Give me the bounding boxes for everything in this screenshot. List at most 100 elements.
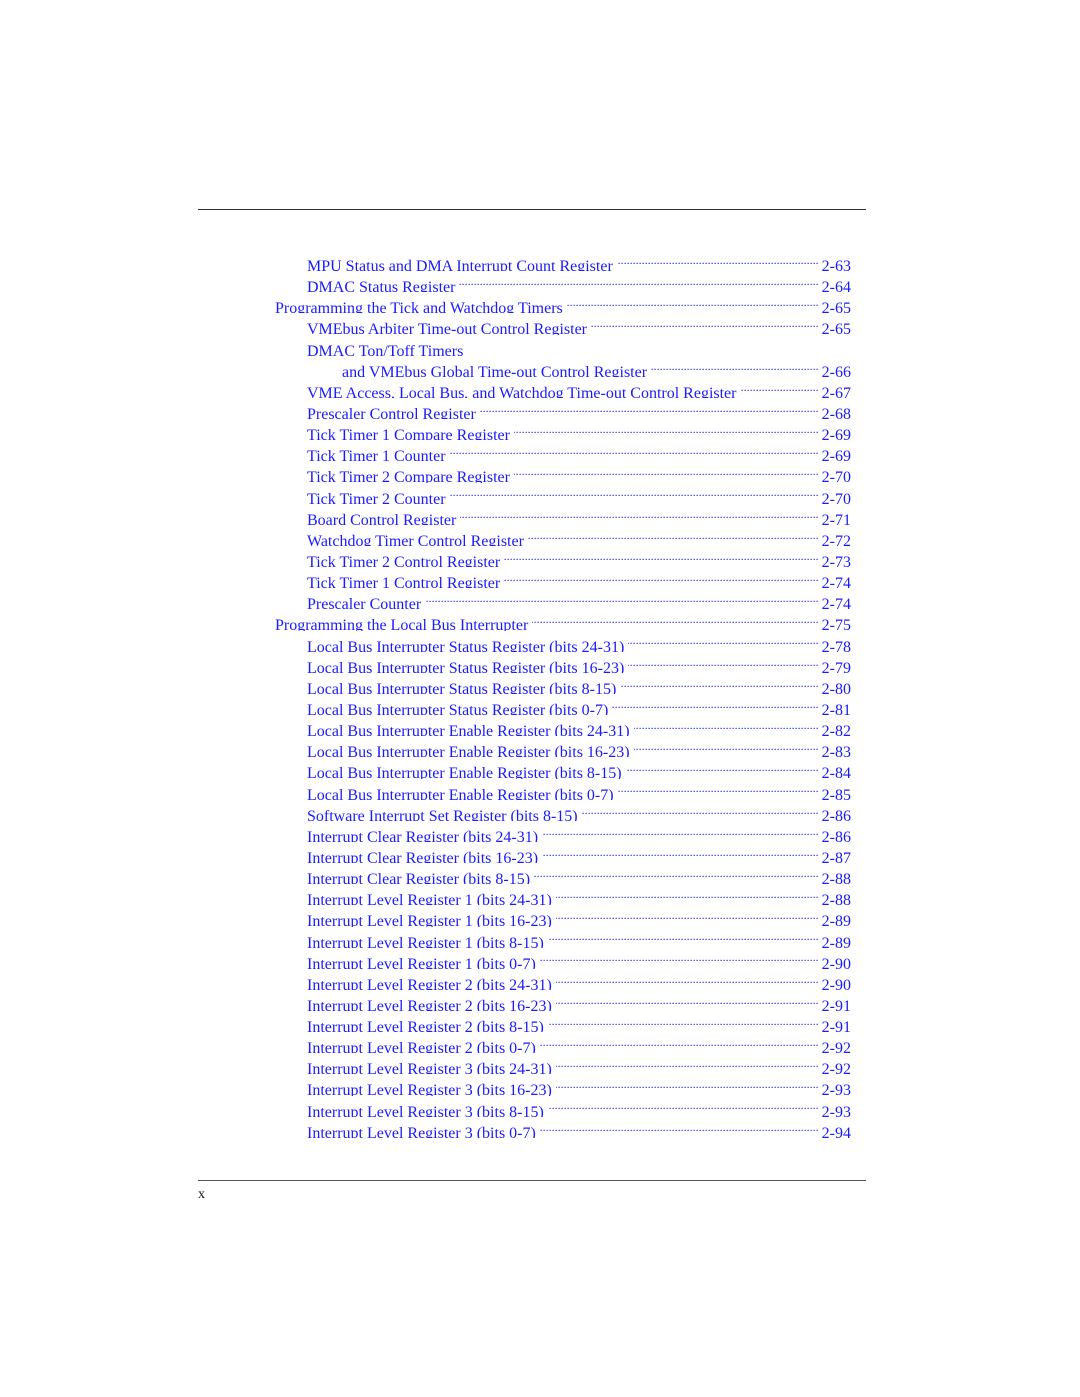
toc-entry-title: Interrupt Level Register 1 (bits 8-15) bbox=[307, 934, 544, 948]
dot-leader bbox=[542, 821, 819, 842]
toc-entry[interactable]: Software Interrupt Set Register (bits 8-… bbox=[275, 800, 851, 821]
toc-entry[interactable]: Interrupt Clear Register (bits 24-31) 2-8… bbox=[275, 821, 851, 842]
dot-leader bbox=[514, 461, 819, 482]
toc-entry[interactable]: Interrupt Level Register 2 (bits 24-31) 2… bbox=[275, 969, 851, 990]
dot-leader bbox=[548, 1096, 819, 1117]
toc-entry[interactable]: Local Bus Interrupter Status Register (b… bbox=[275, 673, 851, 694]
toc-entry[interactable]: Interrupt Level Register 2 (bits 16-23) 2… bbox=[275, 990, 851, 1011]
toc-entry[interactable]: Interrupt Clear Register (bits 16-23) 2-8… bbox=[275, 842, 851, 863]
toc-entry[interactable]: Interrupt Level Register 3 (bits 16-23) 2… bbox=[275, 1074, 851, 1095]
toc-entry-page: 2-67 bbox=[821, 384, 851, 398]
toc-entry[interactable]: Watchdog Timer Control Register 2-72 bbox=[275, 525, 851, 546]
toc-entry-title: Prescaler Counter bbox=[307, 596, 422, 610]
toc-entry-page: 2-86 bbox=[821, 828, 851, 842]
toc-entry-title: Local Bus Interrupter Status Register (b… bbox=[307, 680, 617, 694]
toc-entry-page: 2-74 bbox=[821, 575, 851, 589]
toc-entry[interactable]: VMEbus Arbiter Time-out Control Register… bbox=[275, 313, 851, 334]
dot-leader bbox=[634, 715, 819, 736]
toc-entry[interactable]: Interrupt Level Register 2 (bits 8-15) 2-… bbox=[275, 1011, 851, 1032]
toc-entry-page: 2-79 bbox=[821, 659, 851, 673]
toc-entry-title: Local Bus Interrupter Enable Register (b… bbox=[307, 744, 630, 758]
toc-entry-title: Interrupt Level Register 1 (bits 16-23) bbox=[307, 913, 552, 927]
dot-leader bbox=[540, 948, 819, 969]
toc-entry[interactable]: Tick Timer 1 Counter 2-69 bbox=[275, 440, 851, 461]
toc-entry[interactable]: Tick Timer 1 Control Register 2-74 bbox=[275, 567, 851, 588]
toc-entry-page: 2-63 bbox=[821, 258, 851, 272]
toc-entry-page: 2-64 bbox=[821, 279, 851, 293]
toc-entry-page: 2-69 bbox=[821, 448, 851, 462]
toc-entry-page: 2-92 bbox=[821, 1040, 851, 1054]
toc-entry[interactable]: Local Bus Interrupter Enable Register (b… bbox=[275, 757, 851, 778]
toc-entry[interactable]: Local Bus Interrupter Status Register (b… bbox=[275, 694, 851, 715]
dot-leader bbox=[514, 419, 819, 440]
toc-entry[interactable]: Prescaler Control Register 2-68 bbox=[275, 398, 851, 419]
toc-entry[interactable]: Interrupt Level Register 1 (bits 24-31) 2… bbox=[275, 884, 851, 905]
toc-entry-title: VMEbus Arbiter Time-out Control Register bbox=[307, 321, 587, 335]
toc-entry[interactable]: Local Bus Interrupter Status Register (b… bbox=[275, 652, 851, 673]
toc-entry[interactable]: Local Bus Interrupter Enable Register (b… bbox=[275, 736, 851, 757]
toc-entry-title: Programming the Tick and Watchdog Timers bbox=[275, 300, 563, 314]
toc-entry[interactable]: Programming the Local Bus Interrupter 2-7… bbox=[275, 609, 851, 630]
toc-entry[interactable]: Local Bus Interrupter Enable Register (b… bbox=[275, 779, 851, 800]
toc-entry[interactable]: Tick Timer 2 Compare Register 2-70 bbox=[275, 461, 851, 482]
toc-entry-page: 2-89 bbox=[821, 934, 851, 948]
toc-entry[interactable]: Prescaler Counter 2-74 bbox=[275, 588, 851, 609]
toc-entry-title: Tick Timer 1 Compare Register bbox=[307, 427, 510, 441]
toc-entry-title: Local Bus Interrupter Enable Register (b… bbox=[307, 786, 614, 800]
toc-entry[interactable]: Interrupt Level Register 3 (bits 8-15) 2-… bbox=[275, 1096, 851, 1117]
toc-entry-title: Interrupt Level Register 3 (bits 24-31) bbox=[307, 1061, 552, 1075]
toc-entry[interactable]: Interrupt Level Register 3 (bits 0-7) 2-9… bbox=[275, 1117, 851, 1138]
toc-entry-page: 2-94 bbox=[821, 1124, 851, 1138]
toc-entry[interactable]: Interrupt Level Register 1 (bits 8-15) 2-… bbox=[275, 927, 851, 948]
toc-entry-title: Interrupt Clear Register (bits 24-31) bbox=[307, 828, 539, 842]
toc-entry-page: 2-86 bbox=[821, 807, 851, 821]
toc-entry-title: VME Access, Local Bus, and Watchdog Time… bbox=[307, 384, 737, 398]
toc-entry-page: 2-66 bbox=[821, 363, 851, 377]
dot-leader bbox=[556, 969, 819, 990]
dot-leader bbox=[582, 800, 819, 821]
dot-leader bbox=[626, 757, 819, 778]
toc-entry[interactable]: Programming the Tick and Watchdog Timers… bbox=[275, 292, 851, 313]
toc-entry[interactable]: and VMEbus Global Time-out Control Regis… bbox=[275, 356, 851, 377]
toc-entry[interactable]: Board Control Register 2-71 bbox=[275, 504, 851, 525]
toc-entry[interactable]: Interrupt Level Register 1 (bits 16-23) 2… bbox=[275, 905, 851, 926]
toc-entry[interactable]: Local Bus Interrupter Enable Register (b… bbox=[275, 715, 851, 736]
toc-entry[interactable]: Interrupt Level Register 3 (bits 24-31) 2… bbox=[275, 1053, 851, 1074]
dot-leader bbox=[460, 504, 818, 525]
toc-entry-page: 2-90 bbox=[821, 955, 851, 969]
toc-entry-title: DMAC Status Register bbox=[307, 279, 456, 293]
toc-entry[interactable]: Tick Timer 2 Counter 2-70 bbox=[275, 483, 851, 504]
toc-entry[interactable]: DMAC Ton/Toff Timers bbox=[275, 335, 851, 356]
toc-entry[interactable]: Tick Timer 2 Control Register 2-73 bbox=[275, 546, 851, 567]
toc-entry[interactable]: Interrupt Level Register 2 (bits 0-7) 2-9… bbox=[275, 1032, 851, 1053]
toc-entry-title: Interrupt Level Register 3 (bits 16-23) bbox=[307, 1082, 552, 1096]
toc-entry[interactable]: Interrupt Clear Register (bits 8-15) 2-88 bbox=[275, 863, 851, 884]
toc-entry-page: 2-84 bbox=[821, 765, 851, 779]
toc-entry-title: Software Interrupt Set Register (bits 8-… bbox=[307, 807, 578, 821]
dot-leader bbox=[628, 652, 818, 673]
dot-leader bbox=[540, 1032, 819, 1053]
dot-leader bbox=[450, 440, 819, 461]
toc-entry-title: Local Bus Interrupter Status Register (b… bbox=[307, 701, 609, 716]
toc-entry-page: 2-90 bbox=[821, 976, 851, 990]
dot-leader bbox=[459, 271, 818, 292]
toc-entry[interactable]: MPU Status and DMA Interrupt Count Regis… bbox=[275, 250, 851, 271]
toc-entry[interactable]: VME Access, Local Bus, and Watchdog Time… bbox=[275, 377, 851, 398]
dot-leader bbox=[534, 863, 819, 884]
toc-entry-page: 2-91 bbox=[821, 1019, 851, 1033]
toc-entry-page: 2-69 bbox=[821, 427, 851, 441]
dot-leader bbox=[567, 292, 819, 313]
toc-entry-title: Board Control Register bbox=[307, 511, 457, 525]
toc-entry[interactable]: Tick Timer 1 Compare Register 2-69 bbox=[275, 419, 851, 440]
toc-entry[interactable]: Local Bus Interrupter Status Register (b… bbox=[275, 631, 851, 652]
toc-entry-title: Tick Timer 1 Counter bbox=[307, 448, 446, 462]
dot-leader bbox=[556, 1074, 819, 1095]
toc-entry-title: Interrupt Level Register 3 (bits 0-7) bbox=[307, 1124, 536, 1138]
toc-entry[interactable]: DMAC Status Register 2-64 bbox=[275, 271, 851, 292]
toc-entry-title: Interrupt Clear Register (bits 8-15) bbox=[307, 871, 531, 885]
dot-leader bbox=[617, 250, 819, 271]
toc-entry[interactable]: Interrupt Level Register 1 (bits 0-7) 2-9… bbox=[275, 948, 851, 969]
dot-leader bbox=[504, 546, 818, 567]
dot-leader bbox=[634, 736, 819, 757]
toc-entry-title: Tick Timer 1 Control Register bbox=[307, 575, 501, 589]
